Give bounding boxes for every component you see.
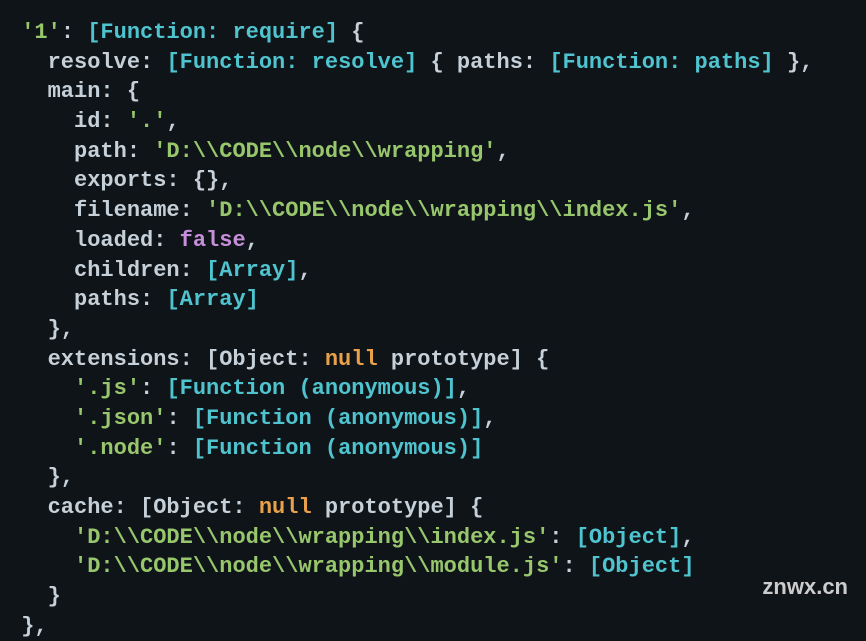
code-token: , <box>457 376 470 401</box>
code-line: }, <box>8 463 858 493</box>
code-line: '1': [Function: require] { <box>8 18 858 48</box>
code-line: '.json': [Function (anonymous)], <box>8 404 858 434</box>
code-token: , <box>298 258 311 283</box>
code-token: }, <box>8 465 74 490</box>
code-line: 'D:\\CODE\\node\\wrapping\\module.js': [… <box>8 552 858 582</box>
code-token: main: { <box>8 79 140 104</box>
code-token <box>8 525 74 550</box>
code-token: }, <box>774 50 814 75</box>
code-token: null <box>325 347 378 372</box>
code-token: children: <box>8 258 206 283</box>
code-line: id: '.', <box>8 107 858 137</box>
code-token: [Function (anonymous)] <box>193 406 483 431</box>
watermark-text: znwx.cn <box>762 572 848 602</box>
code-token: 'D:\\CODE\\node\\wrapping\\index.js' <box>206 198 681 223</box>
code-token: } <box>8 584 61 609</box>
code-token: : <box>166 406 192 431</box>
code-line: } <box>8 582 858 612</box>
code-token: [Object] <box>589 554 695 579</box>
code-token <box>8 554 74 579</box>
code-token: , <box>166 109 179 134</box>
code-line: children: [Array], <box>8 256 858 286</box>
code-token: filename: <box>8 198 206 223</box>
code-token <box>8 20 21 45</box>
code-token: : <box>563 554 589 579</box>
code-token: cache: [Object: <box>8 495 259 520</box>
code-token: }, <box>8 317 74 342</box>
code-token: '1' <box>21 20 61 45</box>
code-token: 'D:\\CODE\\node\\wrapping' <box>153 139 496 164</box>
code-token: , <box>246 228 259 253</box>
code-token: }, <box>8 614 48 639</box>
console-output: '1': [Function: require] { resolve: [Fun… <box>8 0 858 641</box>
code-token: [Function (anonymous)] <box>166 376 456 401</box>
code-token: path: <box>8 139 153 164</box>
code-token: paths: <box>8 287 166 312</box>
code-token: : <box>166 436 192 461</box>
code-line: path: 'D:\\CODE\\node\\wrapping', <box>8 137 858 167</box>
code-token: '.node' <box>74 436 166 461</box>
code-line: '.node': [Function (anonymous)] <box>8 434 858 464</box>
code-token: : <box>61 20 87 45</box>
code-token: prototype] { <box>312 495 484 520</box>
code-token: 'D:\\CODE\\node\\wrapping\\index.js' <box>74 525 549 550</box>
code-token: 'D:\\CODE\\node\\wrapping\\module.js' <box>74 554 562 579</box>
code-token: : <box>140 376 166 401</box>
code-token: [Object] <box>576 525 682 550</box>
code-token: : <box>549 525 575 550</box>
code-token: [Function: paths] <box>549 50 773 75</box>
code-line: main: { <box>8 77 858 107</box>
code-token: '.json' <box>74 406 166 431</box>
code-line: '.js': [Function (anonymous)], <box>8 374 858 404</box>
code-token: '.' <box>127 109 167 134</box>
code-token: prototype] { <box>378 347 550 372</box>
code-token: { <box>338 20 364 45</box>
code-line: resolve: [Function: resolve] { paths: [F… <box>8 48 858 78</box>
code-line: exports: {}, <box>8 166 858 196</box>
code-line: filename: 'D:\\CODE\\node\\wrapping\\ind… <box>8 196 858 226</box>
code-token <box>8 376 74 401</box>
code-token: { paths: <box>417 50 549 75</box>
code-token: [Function: resolve] <box>166 50 417 75</box>
code-token: , <box>681 198 694 223</box>
code-token: [Array] <box>206 258 298 283</box>
code-token: , <box>497 139 510 164</box>
code-line-cut <box>8 4 858 18</box>
code-token <box>8 436 74 461</box>
code-token: exports: {}, <box>8 168 232 193</box>
code-token: resolve: <box>8 50 166 75</box>
code-line: paths: [Array] <box>8 285 858 315</box>
code-token: , <box>483 406 496 431</box>
code-token: [Function (anonymous)] <box>193 436 483 461</box>
code-token <box>8 406 74 431</box>
code-token: loaded: <box>8 228 180 253</box>
code-token: [Array] <box>166 287 258 312</box>
code-token: '.js' <box>74 376 140 401</box>
code-token: null <box>259 495 312 520</box>
code-token: , <box>681 525 694 550</box>
code-token: id: <box>8 109 127 134</box>
code-line: 'D:\\CODE\\node\\wrapping\\index.js': [O… <box>8 523 858 553</box>
code-token: extensions: [Object: <box>8 347 325 372</box>
code-line: }, <box>8 612 858 641</box>
code-line: extensions: [Object: null prototype] { <box>8 345 858 375</box>
code-token: [Function: require] <box>87 20 338 45</box>
code-line: }, <box>8 315 858 345</box>
code-line: loaded: false, <box>8 226 858 256</box>
code-line: cache: [Object: null prototype] { <box>8 493 858 523</box>
code-token: false <box>180 228 246 253</box>
